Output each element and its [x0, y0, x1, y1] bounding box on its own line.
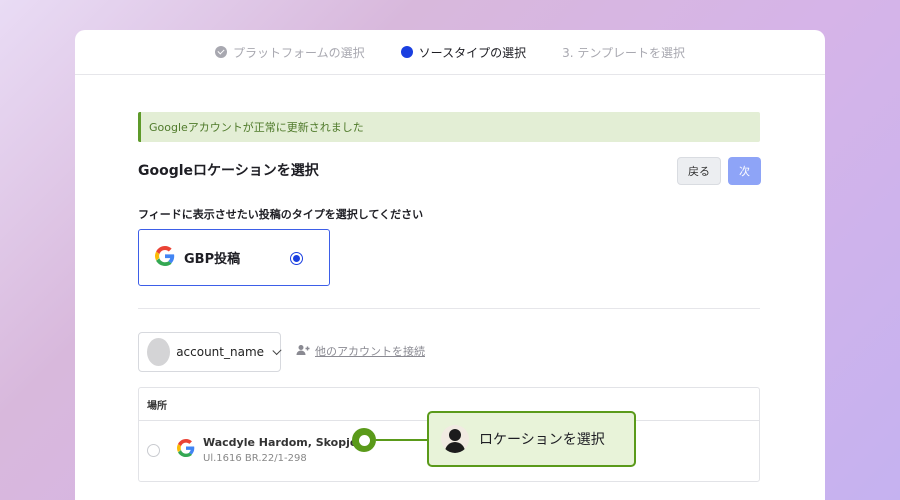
location-radio[interactable]	[147, 443, 160, 457]
google-icon	[177, 439, 195, 461]
location-name: Wacdyle Hardom, Skopje	[203, 436, 358, 449]
feed-type-prompt: フィードに表示させたい投稿のタイプを選択してください	[138, 208, 424, 221]
gbp-post-label: GBP投稿	[184, 252, 241, 267]
callout-connector	[376, 439, 428, 441]
step-template-label: 3. テンプレートを選択	[562, 45, 685, 60]
step-template[interactable]: 3. テンプレートを選択	[562, 44, 685, 61]
check-circle-icon	[215, 46, 228, 58]
callout-marker	[352, 428, 376, 452]
location-info: Wacdyle Hardom, Skopje Ul.1616 BR.22/1-2…	[203, 436, 357, 464]
chevron-down-icon	[272, 345, 282, 355]
step-platform[interactable]: プラットフォームの選択	[215, 44, 365, 61]
add-user-icon	[296, 344, 310, 359]
account-name: account_name	[176, 345, 265, 359]
wizard-steps: プラットフォームの選択 ソースタイプの選択 3. テンプレートを選択	[75, 30, 825, 75]
current-step-icon	[400, 46, 413, 58]
section-divider	[138, 308, 760, 309]
location-address: Ul.1616 BR.22/1-298	[203, 453, 307, 464]
guide-tooltip: ロケーションを選択	[427, 411, 636, 467]
back-button[interactable]: 戻る	[677, 157, 721, 185]
guide-avatar	[441, 425, 469, 453]
gbp-post-radio[interactable]	[290, 252, 303, 265]
success-alert: Googleアカウントが正常に更新されました	[138, 112, 760, 142]
gbp-post-option[interactable]: GBP投稿	[138, 229, 330, 286]
success-alert-text: Googleアカウントが正常に更新されました	[149, 121, 364, 134]
account-dropdown[interactable]: account_name	[138, 332, 282, 372]
guide-tooltip-text: ロケーションを選択	[479, 432, 605, 448]
page-title: Googleロケーションを選択	[138, 163, 319, 179]
step-source-type-label: ソースタイプの選択	[418, 45, 527, 60]
avatar	[147, 338, 171, 366]
step-source-type[interactable]: ソースタイプの選択	[400, 44, 527, 61]
step-platform-label: プラットフォームの選択	[233, 45, 365, 60]
google-icon	[155, 245, 175, 270]
connect-other-account-link[interactable]: 他のアカウントを接続	[296, 343, 425, 359]
next-button[interactable]: 次	[728, 157, 761, 185]
connect-other-account-label: 他のアカウントを接続	[315, 345, 425, 358]
